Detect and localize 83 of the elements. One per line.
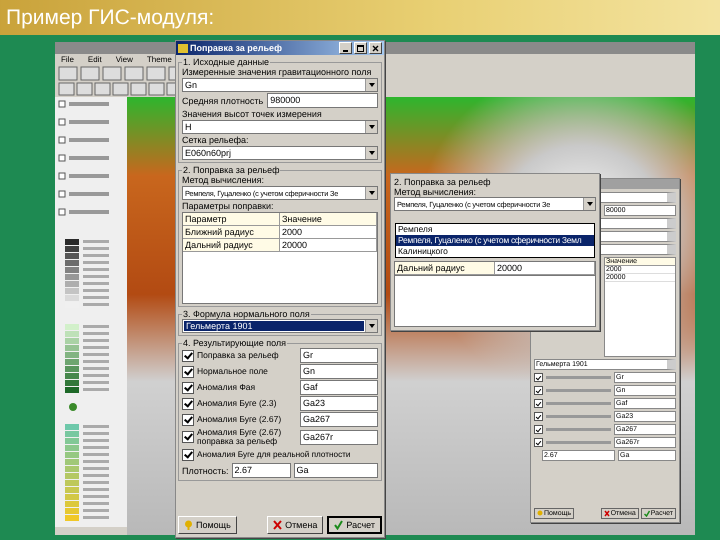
table-cell: 20000 bbox=[495, 262, 595, 275]
maximize-button[interactable] bbox=[354, 42, 367, 54]
field-label: Средняя плотность bbox=[182, 96, 264, 106]
menu-item[interactable]: Theme bbox=[146, 55, 172, 64]
label-bar bbox=[546, 428, 611, 431]
checkbox[interactable] bbox=[534, 425, 543, 434]
checkbox[interactable] bbox=[534, 399, 543, 408]
dropdown[interactable]: H bbox=[182, 120, 378, 134]
group-title: 2. Поправка за рельеф bbox=[394, 177, 492, 187]
menu-item[interactable]: View bbox=[116, 55, 133, 64]
dialog-button[interactable]: Расчет bbox=[327, 516, 382, 534]
checkbox[interactable] bbox=[182, 350, 194, 362]
menu-item[interactable]: Edit bbox=[88, 55, 102, 64]
table-cell: Дальний радиус bbox=[183, 239, 280, 252]
table-cell: 20000 bbox=[280, 239, 377, 252]
dropdown[interactable]: E060n60prj bbox=[182, 146, 378, 160]
label-bar bbox=[546, 415, 611, 418]
checkbox-label: Нормальное поле bbox=[197, 367, 269, 376]
dropdown-option[interactable]: Ремпеля, Гуцаленко (с учетом сферичности Земл bbox=[396, 235, 594, 246]
checkmark-icon bbox=[644, 510, 650, 517]
input-field[interactable]: 2.67 bbox=[232, 463, 291, 478]
checkmark-icon bbox=[334, 520, 344, 530]
checkbox[interactable] bbox=[534, 386, 543, 395]
minimize-button[interactable] bbox=[339, 42, 352, 54]
dropdown-option[interactable]: Калиницкого bbox=[396, 246, 594, 257]
checkbox[interactable] bbox=[182, 414, 194, 426]
dialog-button[interactable]: Помощь bbox=[178, 516, 237, 534]
field-label: Плотность: bbox=[182, 466, 229, 476]
window-title: Поправка за рельеф bbox=[190, 43, 283, 53]
label-bar bbox=[546, 441, 611, 444]
checkbox-label: Поправка за рельеф bbox=[197, 351, 280, 360]
field-label: Метод вычисления: bbox=[182, 175, 265, 185]
group-title: 4. Результирующие поля bbox=[182, 338, 288, 348]
group-title: 2. Поправка за рельеф bbox=[182, 165, 280, 175]
input-field[interactable]: Gr bbox=[300, 348, 378, 363]
checkbox[interactable] bbox=[182, 398, 194, 410]
dropdown[interactable]: Гельмерта 1901 bbox=[182, 319, 378, 333]
dialog-button[interactable]: Отмена bbox=[267, 516, 324, 534]
checkbox-label: Аномалия Буге (2.3) bbox=[197, 399, 278, 408]
help-icon bbox=[537, 510, 543, 517]
checkbox-label: Аномалия Фая bbox=[197, 383, 256, 392]
checkbox[interactable] bbox=[534, 373, 543, 382]
checkbox-label: Аномалия Буге (2.67) поправка за рельеф bbox=[197, 428, 282, 446]
field-label: Метод вычисления: bbox=[394, 187, 477, 197]
table-cell: Дальний радиус bbox=[395, 262, 495, 275]
checkbox-label: Аномалия Буге для реальной плотности bbox=[197, 450, 351, 459]
table-cell: 2000 bbox=[280, 226, 377, 239]
checkbox[interactable] bbox=[182, 448, 194, 460]
close-button[interactable] bbox=[369, 42, 382, 54]
field-label: Значения высот точек измерения bbox=[182, 109, 323, 119]
cross-icon bbox=[604, 510, 610, 517]
column-header: Значение bbox=[280, 213, 377, 226]
table-cell: Ближний радиус bbox=[183, 226, 280, 239]
checkbox[interactable] bbox=[534, 412, 543, 421]
checkbox-label: Аномалия Буге (2.67) bbox=[197, 415, 282, 424]
input-field[interactable]: Ga bbox=[294, 463, 378, 478]
field-label: Сетка рельефа: bbox=[182, 135, 250, 145]
checkbox[interactable] bbox=[182, 366, 194, 378]
input-field[interactable]: 980000 bbox=[267, 93, 378, 108]
label-bar bbox=[546, 389, 611, 392]
input-field[interactable]: Ga267 bbox=[300, 412, 378, 427]
input-field[interactable]: Gaf bbox=[300, 380, 378, 395]
field-label: Параметры поправки: bbox=[182, 201, 274, 211]
checkbox[interactable] bbox=[182, 431, 194, 443]
cross-icon bbox=[273, 520, 282, 530]
group-title: 3. Формула нормального поля bbox=[182, 309, 311, 319]
slide-title: Пример ГИС-модуля: bbox=[6, 6, 214, 30]
checkbox[interactable] bbox=[182, 382, 194, 394]
input-field[interactable]: Ga267r bbox=[300, 430, 378, 444]
input-field[interactable]: Gn bbox=[300, 364, 378, 379]
help-icon bbox=[184, 520, 193, 530]
window-icon bbox=[178, 44, 188, 52]
input-field[interactable]: Ga23 bbox=[300, 396, 378, 411]
field-label: Измеренные значения гравитационного поля bbox=[182, 67, 372, 77]
label-bar bbox=[546, 402, 611, 405]
checkbox[interactable] bbox=[534, 438, 543, 447]
column-header: Параметр bbox=[183, 213, 280, 226]
dropdown[interactable]: Gn bbox=[182, 78, 378, 92]
menu-item[interactable]: File bbox=[61, 55, 74, 64]
close-icon bbox=[372, 44, 379, 52]
group-title: 1. Исходные данные bbox=[182, 57, 270, 67]
label-bar bbox=[546, 376, 611, 379]
dropdown-option[interactable]: Ремпеля bbox=[396, 224, 594, 235]
